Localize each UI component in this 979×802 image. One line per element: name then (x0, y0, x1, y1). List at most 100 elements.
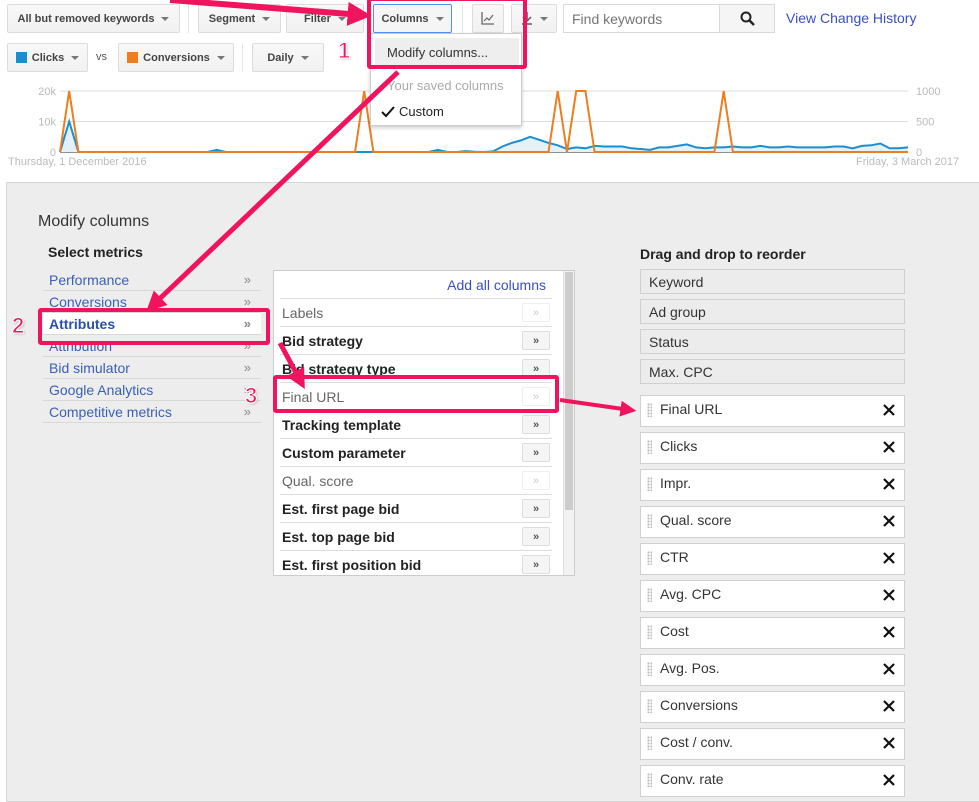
add-column-button[interactable]: » (522, 555, 550, 574)
drag-handle-icon[interactable] (647, 403, 652, 417)
category-bid-simulator[interactable]: Bid simulator » (43, 357, 261, 379)
add-column-button[interactable]: » (522, 499, 550, 518)
columns-menu: Modify columns... Your saved columns Cus… (370, 33, 522, 126)
remove-column-icon[interactable] (882, 551, 896, 565)
remove-column-icon[interactable] (882, 662, 896, 676)
modify-columns-menu-item[interactable]: Modify columns... (375, 38, 519, 66)
drag-handle-icon[interactable] (647, 773, 652, 787)
saved-columns-custom-item[interactable]: Custom (381, 104, 444, 119)
line-chart-icon (481, 12, 494, 25)
chevron-down-icon (262, 16, 271, 21)
selected-column-label: Final URL (660, 401, 723, 417)
drag-handle-icon[interactable] (647, 625, 652, 639)
selected-column[interactable]: Cost / conv. (640, 728, 905, 760)
metric2-dropdown[interactable]: Conversions (118, 43, 234, 72)
category-attribution[interactable]: Attribution » (43, 335, 261, 357)
double-chevron-right-icon: » (243, 272, 251, 287)
chart-start-date: Thursday, 1 December 2016 (8, 156, 147, 168)
keyword-search-input[interactable] (563, 4, 720, 33)
segment-dropdown[interactable]: Segment (198, 4, 281, 33)
attribute-label: Bid strategy type (282, 360, 396, 377)
selected-column[interactable]: Conv. rate (640, 765, 905, 797)
attribute-label: Bid strategy (282, 332, 363, 349)
selected-column[interactable]: Final URL (640, 395, 905, 427)
selected-column-label: Avg. Pos. (660, 660, 720, 676)
selected-column[interactable]: Avg. CPC (640, 580, 905, 612)
chevron-down-icon (337, 16, 346, 21)
metric1-dropdown[interactable]: Clicks (7, 43, 88, 72)
fixed-column: Ad group (640, 299, 905, 324)
saved-columns-heading: Your saved columns (387, 78, 504, 93)
attribute-label: Custom parameter (282, 444, 406, 461)
remove-column-icon[interactable] (882, 440, 896, 454)
attribute-row: Est. first page bid » (280, 494, 552, 522)
attribute-label: Labels (282, 304, 324, 321)
category-attributes[interactable]: Attributes » (43, 313, 261, 335)
selected-column[interactable]: Clicks (640, 432, 905, 464)
drag-handle-icon[interactable] (647, 477, 652, 491)
chevron-down-icon (216, 55, 225, 60)
chart-toggle-button[interactable] (472, 4, 504, 33)
selected-column-label: Qual. score (660, 512, 732, 528)
drag-handle-icon[interactable] (647, 699, 652, 713)
drag-handle-icon[interactable] (647, 662, 652, 676)
remove-column-icon[interactable] (882, 514, 896, 528)
metric2-label: Conversions (143, 51, 210, 64)
keyword-filter-dropdown[interactable]: All but removed keywords (7, 4, 180, 33)
attribute-label: Est. top page bid (282, 528, 395, 545)
double-chevron-right-icon: » (243, 294, 251, 309)
attributes-scrollbar-thumb[interactable] (565, 272, 573, 510)
segment-label: Segment (208, 12, 256, 25)
chevron-down-icon (71, 55, 80, 60)
selected-column[interactable]: Avg. Pos. (640, 654, 905, 686)
right-axis-tick: 1000 (916, 86, 940, 98)
remove-column-icon[interactable] (882, 699, 896, 713)
add-column-button[interactable]: » (522, 359, 550, 378)
category-conversions[interactable]: Conversions » (43, 291, 261, 313)
selected-column-label: Clicks (660, 438, 698, 454)
remove-column-icon[interactable] (882, 588, 896, 602)
category-google-analytics[interactable]: Google Analytics» (43, 379, 261, 401)
selected-column[interactable]: Cost (640, 617, 905, 649)
columns-dropdown[interactable]: Columns (373, 4, 452, 33)
selected-column[interactable]: Conversions (640, 691, 905, 723)
selected-column[interactable]: CTR (640, 543, 905, 575)
selected-column-label: Conv. rate (660, 771, 724, 787)
selected-column[interactable]: Impr. (640, 469, 905, 501)
category-performance[interactable]: Performance » (43, 269, 261, 291)
chevron-down-icon (161, 16, 170, 21)
conversions-color-swatch (127, 52, 139, 63)
view-change-history-link[interactable]: View Change History (786, 10, 916, 26)
add-column-button[interactable]: » (522, 415, 550, 434)
remove-column-icon[interactable] (882, 403, 896, 417)
filter-dropdown[interactable]: Filter (286, 4, 364, 33)
remove-column-icon[interactable] (882, 736, 896, 750)
selected-column[interactable]: Qual. score (640, 506, 905, 538)
add-column-button[interactable]: » (522, 443, 550, 462)
add-all-columns-link[interactable]: Add all columns (447, 277, 546, 293)
attributes-column-list: Add all columns Labels» Bid strategy» Bid … (273, 270, 575, 576)
drag-handle-icon[interactable] (647, 736, 652, 750)
annotation-step-2: 2 (11, 313, 25, 339)
add-column-button: » (522, 387, 550, 406)
columns-label: Columns (381, 12, 429, 25)
drag-handle-icon[interactable] (647, 440, 652, 454)
vs-label: vs (96, 51, 107, 63)
drag-handle-icon[interactable] (647, 551, 652, 565)
add-column-button[interactable]: » (522, 331, 550, 350)
remove-column-icon[interactable] (882, 625, 896, 639)
clicks-series-line (59, 118, 909, 154)
period-dropdown[interactable]: Daily (252, 43, 324, 72)
download-dropdown[interactable] (511, 4, 557, 33)
drag-handle-icon[interactable] (647, 514, 652, 528)
attribute-row: Bid strategy » (280, 326, 552, 354)
remove-column-icon[interactable] (882, 773, 896, 787)
search-button[interactable] (719, 4, 775, 33)
search-icon (740, 11, 755, 26)
remove-column-icon[interactable] (882, 477, 896, 491)
fixed-column: Keyword (640, 269, 905, 294)
drag-handle-icon[interactable] (647, 588, 652, 602)
add-column-button[interactable]: » (522, 527, 550, 546)
fixed-column: Max. CPC (640, 359, 905, 384)
category-competitive-metrics[interactable]: Competitive metrics» (43, 401, 261, 423)
